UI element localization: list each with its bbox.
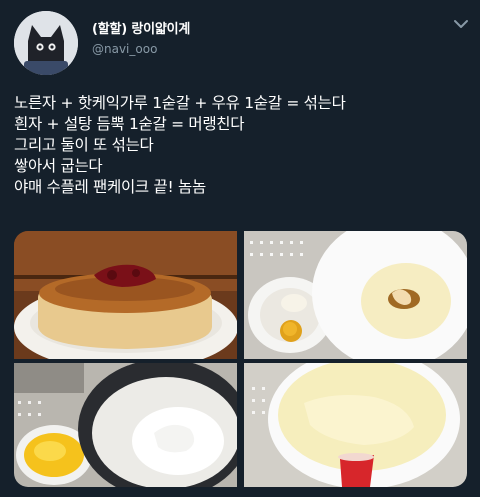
cat-avatar-icon bbox=[14, 11, 78, 75]
author-handle[interactable]: @navi_ooo bbox=[92, 42, 157, 56]
tweet-text-line: 흰자 + 설탕 듬뿍 1숟갈 = 머랭친다 bbox=[14, 115, 245, 133]
tweet-text-line: 쌓아서 굽는다 bbox=[14, 157, 103, 175]
tweet-text-line: 야매 수플레 팬케이크 끝! 놈놈 bbox=[14, 178, 206, 196]
tweet-text-line: 그리고 둘이 또 섞는다 bbox=[14, 136, 154, 154]
tweet-text-line: 노른자 + 핫케익가루 1숟갈 + 우유 1숟갈 = 섞는다 bbox=[14, 94, 346, 112]
media-grid bbox=[14, 231, 467, 487]
photo-bowls[interactable] bbox=[244, 231, 467, 359]
chevron-down-icon[interactable] bbox=[452, 16, 470, 30]
tweet-text: 노른자 + 핫케익가루 1숟갈 + 우유 1숟갈 = 섞는다 흰자 + 설탕 듬… bbox=[14, 93, 474, 198]
photo-pancake[interactable] bbox=[14, 231, 237, 359]
avatar[interactable] bbox=[14, 11, 78, 75]
photo-meringue[interactable] bbox=[14, 363, 237, 487]
photo-batter[interactable] bbox=[244, 363, 467, 487]
author-display-name[interactable]: (할할) 랑이얇이계 bbox=[92, 18, 190, 37]
